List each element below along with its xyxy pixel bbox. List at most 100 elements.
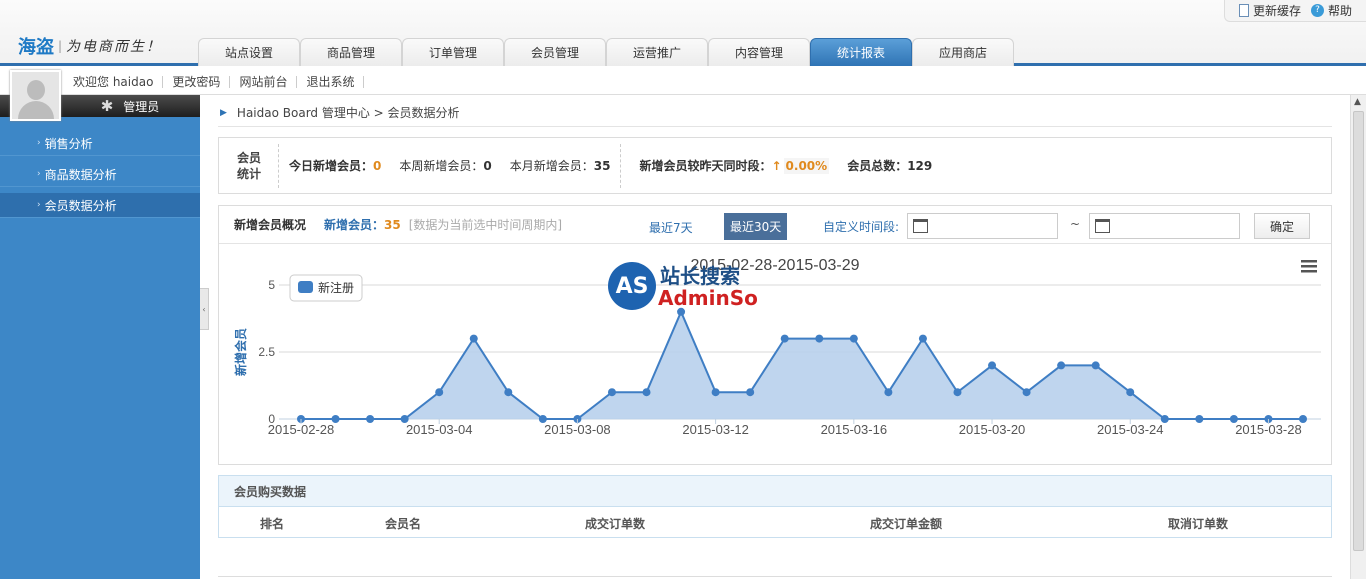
data-point	[746, 388, 755, 397]
update-cache-label: 更新缓存	[1252, 4, 1301, 18]
sidebar-item-sales-analysis[interactable]: › 销售分析	[0, 131, 200, 156]
logout-link[interactable]: 退出系统	[297, 76, 365, 88]
confirm-button[interactable]: 确定	[1254, 213, 1310, 239]
stat-month: 本月新增会员：35	[510, 157, 611, 174]
sidebar-item-label: 销售分析	[44, 136, 93, 151]
data-point	[1195, 415, 1204, 423]
logo[interactable]: 海盗 | 为电商而生！	[18, 34, 162, 58]
data-point	[918, 334, 927, 343]
tab-promotion[interactable]: 运营推广	[606, 38, 708, 66]
sidebar-item-label: 商品数据分析	[44, 167, 117, 182]
new-members-chart: 02.552015-02-28 2015-03-04 2015-03-08 2015-…	[233, 257, 1321, 437]
help-link[interactable]: ? 帮助	[1310, 2, 1352, 19]
calendar-icon[interactable]	[1095, 219, 1110, 233]
stat-today-value: 0	[373, 159, 382, 173]
top-header: 海盗 | 为电商而生！ 更新缓存 ? 帮助 站点设置 商品管理 订单管理 会员管…	[0, 0, 1366, 66]
user-bar: 欢迎您 haidao 更改密码 网站前台 退出系统	[0, 69, 1366, 95]
legend-label: 新注册	[318, 280, 354, 295]
watermark-en: AdminSo	[658, 286, 758, 310]
bullet-icon: ›	[37, 200, 41, 210]
help-icon: ?	[1310, 4, 1324, 17]
help-label: 帮助	[1327, 4, 1352, 18]
change-password-link[interactable]: 更改密码	[163, 76, 231, 88]
member-purchase-table: 会员购买数据 排名 会员名 成交订单数 成交订单金额 取消订单数	[218, 475, 1332, 538]
vertical-scrollbar[interactable]: ▲	[1350, 95, 1366, 579]
update-cache-link[interactable]: 更新缓存	[1238, 2, 1301, 19]
x-tick-label: 2015-03-08	[544, 422, 611, 437]
last-30-days-button[interactable]: 最近30天	[724, 213, 788, 240]
document-icon	[1238, 4, 1249, 17]
stat-total-label: 会员总数：	[847, 159, 908, 173]
tab-products[interactable]: 商品管理	[300, 38, 402, 66]
stat-total-value: 129	[907, 159, 933, 173]
stat-compare: 新增会员较昨天同时段：↑ 0.00%	[639, 157, 830, 174]
column-header-rank: 排名	[260, 517, 285, 531]
calendar-icon[interactable]	[913, 219, 928, 233]
watermark-logo: AS	[608, 262, 656, 310]
y-tick-label: 5	[268, 278, 275, 292]
tab-orders[interactable]: 订单管理	[402, 38, 504, 66]
up-arrow-icon: ↑	[771, 159, 782, 173]
site-front-link[interactable]: 网站前台	[230, 76, 298, 88]
sidebar-item-label: 会员数据分析	[44, 198, 117, 213]
data-point	[884, 388, 893, 397]
welcome-text: 欢迎您 haidao	[64, 76, 164, 88]
stat-month-value: 35	[593, 159, 611, 173]
stat-compare-label: 新增会员较昨天同时段：	[639, 159, 772, 173]
user-links: 欢迎您 haidao 更改密码 网站前台 退出系统	[64, 69, 365, 95]
data-point	[849, 334, 858, 343]
watermark-cn: 站长搜索	[660, 264, 740, 288]
brand-name: 海盗	[18, 37, 54, 58]
tab-content[interactable]: 内容管理	[708, 38, 810, 66]
sidebar-item-product-analysis[interactable]: › 商品数据分析	[0, 162, 200, 187]
data-point	[953, 388, 962, 397]
data-point	[1022, 388, 1031, 397]
sidebar-collapse-handle[interactable]: ‹	[200, 288, 209, 330]
stat-today: 今日新增会员：0	[289, 157, 381, 174]
tab-app-store[interactable]: 应用商店	[912, 38, 1014, 66]
watermark: AS 站长搜索 AdminSo	[608, 262, 758, 310]
tab-site-settings[interactable]: 站点设置	[198, 38, 300, 66]
tab-members[interactable]: 会员管理	[504, 38, 606, 66]
x-tick-label: 2015-03-20	[959, 422, 1025, 437]
x-tick-label: 2015-03-16	[821, 422, 888, 437]
new-members-value: 35	[384, 218, 401, 232]
sidebar-item-member-analysis[interactable]: › 会员数据分析	[0, 193, 200, 218]
data-point	[642, 388, 651, 397]
data-point	[815, 334, 824, 343]
slogan: 为电商而生！	[66, 39, 163, 55]
breadcrumb-arrow-icon: ▶	[220, 107, 227, 118]
last-7-days-button[interactable]: 最近7天	[643, 214, 699, 241]
scroll-up-icon[interactable]: ▲	[1354, 97, 1361, 107]
panel-title: 新增会员概况	[234, 218, 307, 232]
bullet-icon: ›	[37, 169, 41, 179]
series-area	[301, 311, 1303, 419]
stats-label-text: 会员统计	[237, 150, 262, 181]
data-point	[780, 334, 789, 343]
breadcrumb: ▶ Haidao Board 管理中心 > 会员数据分析	[218, 99, 1332, 127]
scroll-thumb[interactable]	[1353, 111, 1364, 551]
range-separator: ~	[1070, 217, 1081, 231]
start-date-input[interactable]	[907, 213, 1058, 239]
period-hint: [数据为当前选中时间周期内]	[408, 218, 563, 232]
data-point	[1091, 361, 1100, 370]
stat-total: 会员总数：129	[847, 157, 932, 174]
stats-group-compare: 新增会员较昨天同时段：↑ 0.00% 会员总数：129	[620, 143, 942, 188]
main-nav: 站点设置 商品管理 订单管理 会员管理 运营推广 内容管理 统计报表 应用商店	[198, 38, 1014, 66]
end-date-input[interactable]	[1089, 213, 1240, 239]
data-point	[1057, 361, 1066, 370]
filter-bar: 新增会员概况 新增会员：35 [数据为当前选中时间周期内] 最近7天 最近30天…	[219, 206, 1331, 244]
new-members-panel: 新增会员概况 新增会员：35 [数据为当前选中时间周期内] 最近7天 最近30天…	[218, 205, 1332, 465]
column-header-member: 会员名	[385, 517, 422, 531]
chart-menu-icon	[1301, 260, 1317, 263]
chart-menu-icon	[1301, 265, 1317, 268]
x-tick-label: 2015-03-28	[1235, 422, 1302, 437]
stat-week: 本周新增会员：0	[399, 157, 491, 174]
column-header-cancelled: 取消订单数	[1168, 517, 1229, 531]
stat-month-label: 本月新增会员：	[509, 159, 594, 173]
stat-compare-value: 0.00%	[783, 158, 830, 174]
tab-reports[interactable]: 统计报表	[810, 38, 912, 66]
member-stats-box: 会员统计 今日新增会员：0 本周新增会员：0 本月新增会员：35 新增会员较昨天…	[218, 137, 1332, 194]
x-tick-label: 2015-03-24	[1097, 422, 1164, 437]
custom-range-label: 自定义时间段:	[823, 220, 900, 234]
